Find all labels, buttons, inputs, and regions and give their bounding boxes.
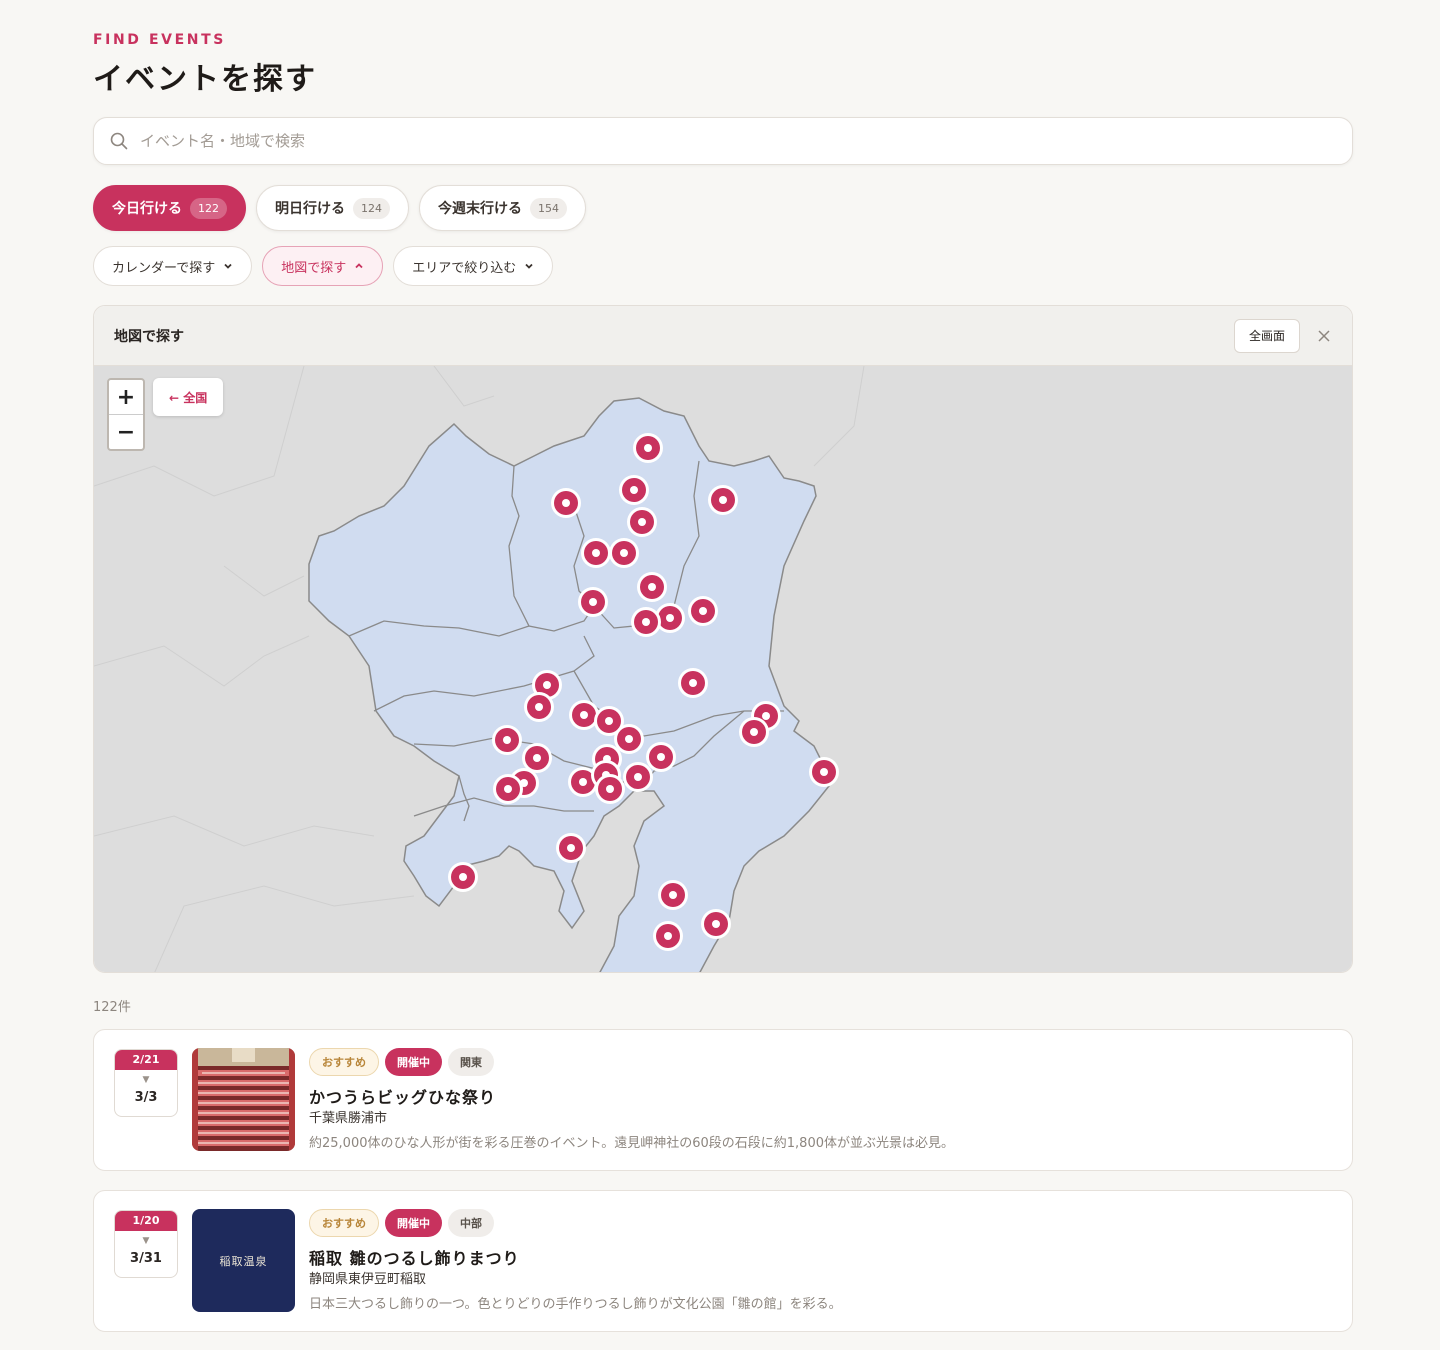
day-tabs: 今日行ける 122 明日行ける 124 今週末行ける 154 [93,185,586,231]
thumbnail-logo-text: 稲取温泉 [219,1254,268,1268]
search-icon [110,132,128,150]
tab-today[interactable]: 今日行ける 122 [93,185,246,231]
date-range: 2/21 ▼ 3/3 [114,1049,178,1117]
close-icon[interactable] [1316,328,1332,344]
tab-count: 124 [353,197,390,219]
page-title: イベントを探す [93,62,317,97]
tab-this-weekend[interactable]: 今週末行ける 154 [419,185,586,231]
tab-label: 今日行ける [112,201,182,217]
chevron-down-icon [224,263,232,269]
date-from: 1/20 [115,1211,177,1231]
back-to-nationwide-button[interactable]: ← 全国 [153,378,224,416]
area-filter-button[interactable]: エリアで絞り込む [393,246,554,286]
event-thumbnail[interactable]: 稲取温泉 [192,1209,295,1312]
date-to: 3/31 [130,1251,162,1266]
map-panel: 地図で探す 全画面 + − ← 全国 [93,305,1353,973]
event-card[interactable]: 2/21 ▼ 3/3 おすすめ 開催中 関東 かつうらビッグひな祭り 千葉県勝浦… [93,1029,1353,1171]
event-place: 静岡県東伊豆町稲取 [309,1272,427,1287]
result-count: 122件 [93,1000,131,1015]
tab-label: 今週末行ける [438,201,522,217]
fullscreen-button[interactable]: 全画面 [1233,318,1300,353]
filter-bar: カレンダーで探す 地図で探す エリアで絞り込む [93,246,554,286]
search-input[interactable] [140,132,1240,150]
tab-tomorrow[interactable]: 明日行ける 124 [256,185,409,231]
event-card[interactable]: 1/20 ▼ 3/31 稲取温泉 おすすめ 開催中 中部 稲取 雛のつるし飾りま… [93,1190,1353,1332]
date-to: 3/3 [134,1090,158,1105]
filter-label: カレンダーで探す [112,260,216,276]
zoom-in-button[interactable]: + [109,380,143,415]
arrow-down-icon: ▼ [142,1236,150,1246]
event-place: 千葉県勝浦市 [309,1111,388,1126]
tag-recommended: おすすめ [309,1209,379,1237]
map-panel-title: 地図で探す [114,328,184,345]
map-canvas[interactable]: + − ← 全国 [94,366,1353,973]
arrow-down-icon: ▼ [142,1075,150,1085]
tag-area: 中部 [448,1209,494,1237]
map-filter-button[interactable]: 地図で探す [262,246,384,286]
event-thumbnail[interactable] [192,1048,295,1151]
event-title[interactable]: かつうらビッグひな祭り [309,1084,496,1108]
chevron-down-icon [525,263,533,269]
eyebrow-label: FIND EVENTS [93,32,226,48]
chevron-up-icon [355,263,363,269]
tag-ongoing: 開催中 [385,1048,442,1076]
event-tags: おすすめ 開催中 中部 [309,1209,494,1237]
calendar-filter-button[interactable]: カレンダーで探す [93,246,253,286]
tag-area: 関東 [448,1048,494,1076]
zoom-out-button[interactable]: − [109,415,143,450]
event-title[interactable]: 稲取 雛のつるし飾りまつり [309,1245,520,1269]
event-description: 日本三大つるし飾りの一つ。色とりどりの手作りつるし飾りが文化公園「雛の館」を彩る… [309,1297,842,1312]
tag-ongoing: 開催中 [385,1209,442,1237]
map-panel-header: 地図で探す 全画面 [94,306,1352,366]
tag-recommended: おすすめ [309,1048,379,1076]
event-description: 約25,000体のひな人形が街を彩る圧巻のイベント。遠見岬神社の60段の石段に約… [309,1136,954,1151]
tab-count: 122 [190,197,227,219]
tab-label: 明日行ける [275,201,345,217]
search-bar[interactable] [93,117,1353,165]
event-tags: おすすめ 開催中 関東 [309,1048,494,1076]
zoom-controls: + − [107,378,145,451]
date-from: 2/21 [115,1050,177,1070]
date-range: 1/20 ▼ 3/31 [114,1210,178,1278]
kanto-region-shape [308,397,838,972]
tab-count: 154 [530,197,567,219]
filter-label: エリアで絞り込む [412,260,517,276]
kanto-map[interactable] [94,366,1353,973]
filter-label: 地図で探す [281,260,347,276]
